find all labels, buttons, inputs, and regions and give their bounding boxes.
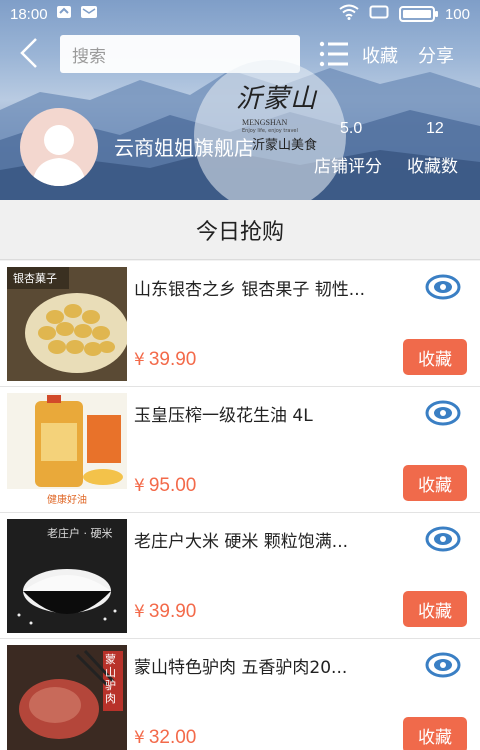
- chevron-left-icon: [20, 38, 37, 68]
- battery-icon: [398, 6, 438, 22]
- product-item[interactable]: 老庄户 · 硬米 老庄户大米 硬米 颗粒饱满... ¥39.90 收藏: [0, 513, 480, 639]
- currency-symbol: ¥: [134, 728, 145, 748]
- customer-service-icon[interactable]: [424, 525, 462, 553]
- product-price: ¥39.90: [134, 349, 196, 371]
- thumbnail-caption: 蒙山驴肉: [105, 653, 116, 705]
- screen-icon: [369, 4, 389, 24]
- favorite-button[interactable]: 收藏: [403, 591, 467, 627]
- store-logo-text: 沂蒙山: [236, 84, 318, 114]
- wifi-icon: [339, 4, 359, 24]
- currency-symbol: ¥: [134, 476, 145, 496]
- favorite-store-button[interactable]: 收藏: [362, 42, 398, 68]
- product-item[interactable]: 健康好油 玉皇压榨一级花生油 4L ¥95.00 收藏: [0, 387, 480, 513]
- back-button[interactable]: [16, 36, 46, 70]
- product-price: ¥32.00: [134, 727, 196, 749]
- thumbnail-caption: 老庄户 · 硬米: [47, 527, 113, 540]
- product-name[interactable]: 蒙山特色驴肉 五香驴肉20...: [134, 653, 396, 678]
- product-name[interactable]: 山东银杏之乡 银杏果子 韧性...: [134, 275, 396, 300]
- product-price: ¥39.90: [134, 601, 196, 623]
- product-list: 银杏菓子 山东银杏之乡 银杏果子 韧性... ¥39.90 收藏 健康好油 玉皇…: [0, 261, 480, 750]
- avatar: [20, 108, 98, 186]
- customer-service-icon[interactable]: [424, 651, 462, 679]
- store-logo-en: MENGSHAN: [242, 118, 288, 127]
- product-thumbnail[interactable]: 蒙山驴肉: [7, 645, 127, 750]
- price-value: 39.90: [148, 601, 197, 622]
- product-name[interactable]: 玉皇压榨一级花生油 4L: [134, 401, 396, 426]
- favorites-count-value: 12: [426, 120, 444, 137]
- store-banner: 18:00 100 搜索 收藏 分享 沂蒙山 MENGSHAN Enjoy li…: [0, 0, 480, 200]
- price-value: 95.00: [148, 475, 197, 496]
- store-logo-overlay-text: 沂蒙山美食: [252, 138, 318, 153]
- thumbnail-caption: 银杏菓子: [13, 272, 57, 285]
- section-title: 今日抢购: [0, 200, 480, 260]
- customer-service-icon[interactable]: [424, 273, 462, 301]
- currency-symbol: ¥: [134, 350, 145, 370]
- store-name: 云商姐姐旗舰店: [114, 136, 254, 160]
- store-rating-value: 5.0: [340, 120, 363, 137]
- favorites-count-label: 收藏数: [407, 157, 458, 177]
- thumbnail-caption: 健康好油: [47, 495, 87, 506]
- customer-service-icon[interactable]: [424, 399, 462, 427]
- status-bar: 18:00 100: [0, 0, 480, 28]
- category-menu-button[interactable]: [318, 40, 350, 68]
- product-price: ¥95.00: [134, 475, 196, 497]
- price-value: 39.90: [148, 349, 197, 370]
- product-name[interactable]: 老庄户大米 硬米 颗粒饱满...: [134, 527, 396, 552]
- product-thumbnail[interactable]: 健康好油: [7, 393, 127, 507]
- product-thumbnail[interactable]: 银杏菓子: [7, 267, 127, 381]
- favorite-button[interactable]: 收藏: [403, 717, 467, 750]
- store-rating-label: 店铺评分: [314, 157, 382, 177]
- favorite-button[interactable]: 收藏: [403, 465, 467, 501]
- search-placeholder: 搜索: [72, 46, 106, 67]
- product-item[interactable]: 蒙山驴肉 蒙山特色驴肉 五香驴肉20... ¥32.00 收藏: [0, 639, 480, 750]
- battery-percentage: 100: [444, 5, 470, 23]
- share-button[interactable]: 分享: [418, 42, 454, 68]
- person-placeholder-icon: [32, 125, 86, 186]
- price-value: 32.00: [148, 727, 197, 748]
- status-time: 18:00: [10, 5, 48, 23]
- currency-symbol: ¥: [134, 602, 145, 622]
- home-icon: [56, 4, 72, 24]
- favorite-button[interactable]: 收藏: [403, 339, 467, 375]
- message-icon: [80, 4, 98, 24]
- product-thumbnail[interactable]: 老庄户 · 硬米: [7, 519, 127, 633]
- product-item[interactable]: 银杏菓子 山东银杏之乡 银杏果子 韧性... ¥39.90 收藏: [0, 261, 480, 387]
- list-menu-icon: [319, 41, 348, 67]
